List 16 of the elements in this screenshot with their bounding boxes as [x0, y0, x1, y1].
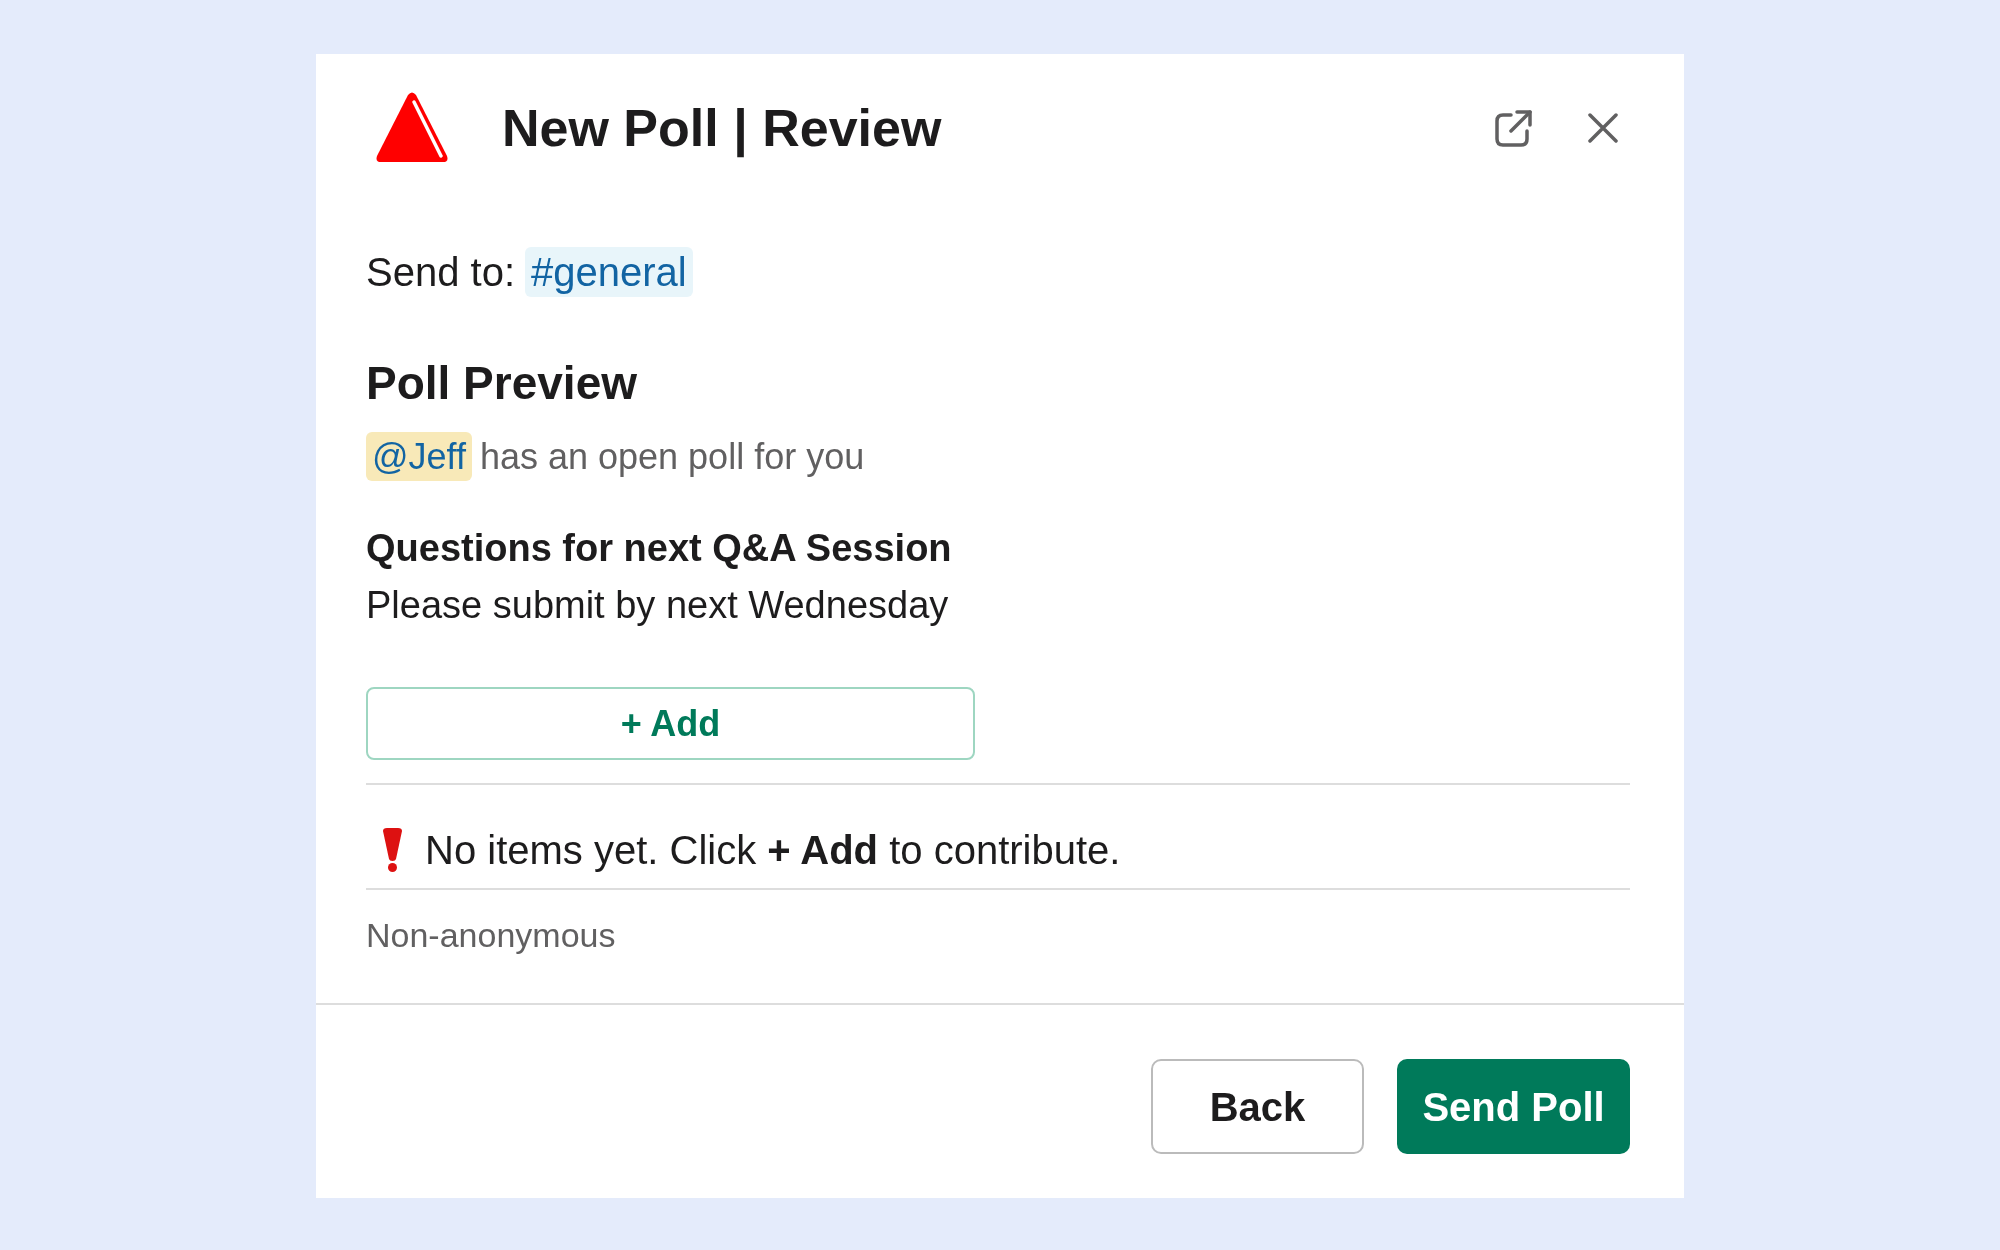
triangle-logo — [376, 92, 448, 164]
send-to-label: Send to: — [366, 249, 515, 296]
poll-title: Questions for next Q&A Session — [366, 526, 953, 571]
back-button[interactable]: Back — [1151, 1059, 1364, 1154]
empty-notice-text: No items yet. Click + Add to contribute. — [425, 827, 1121, 874]
send-poll-button[interactable]: Send Poll — [1397, 1059, 1630, 1154]
external-link-icon[interactable] — [1495, 109, 1533, 147]
preview-heading: Poll Preview — [366, 356, 638, 411]
channel-mention[interactable]: #general — [525, 247, 693, 297]
close-icon[interactable] — [1588, 113, 1618, 143]
anonymity-label: Non-anonymous — [366, 915, 617, 956]
add-button[interactable]: + Add — [366, 687, 975, 760]
mention-text: has an open poll for you — [479, 435, 865, 479]
poll-description: Please submit by next Wednesday — [366, 583, 950, 628]
user-mention[interactable]: @Jeff — [366, 432, 472, 481]
exclamation-icon — [380, 828, 405, 872]
